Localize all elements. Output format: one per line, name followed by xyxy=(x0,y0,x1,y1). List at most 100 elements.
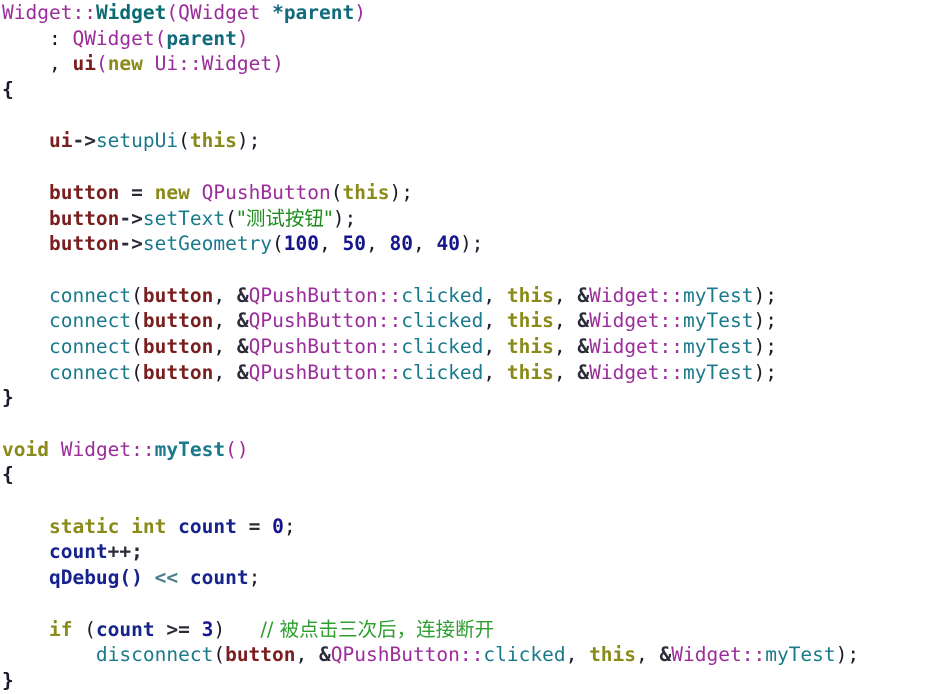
code-token-var: count xyxy=(48,540,108,564)
code-token-func: clicked xyxy=(401,334,484,358)
code-token-class: QPushButton xyxy=(201,180,331,204)
code-token-op: = xyxy=(119,180,155,204)
code-token-op: & xyxy=(236,334,249,358)
code-token-member: button xyxy=(48,180,120,204)
code-token-func: setupUi xyxy=(95,129,179,153)
code-token-op: & xyxy=(577,283,590,307)
code-token-punct: ( xyxy=(166,1,179,24)
code-token-func: clicked xyxy=(401,309,484,333)
code-token-punct: ) xyxy=(354,1,367,24)
code-token-plain: ; xyxy=(283,514,296,538)
code-line: Widget::Widget(QWidget *parent) xyxy=(0,0,946,26)
code-token-class: QPushButton xyxy=(248,334,378,358)
code-token-func: clicked xyxy=(401,283,484,307)
code-token-plain: ); xyxy=(753,360,777,384)
code-token-member: button xyxy=(142,334,214,358)
code-token-func: connect xyxy=(48,283,132,307)
code-token-plain: ( xyxy=(131,283,143,307)
code-token-param: parent xyxy=(166,26,237,50)
code-token-num: 100 xyxy=(283,232,320,256)
code-token-member: ui xyxy=(72,52,96,76)
code-token-plain: , xyxy=(366,232,390,256)
code-token-func: myTest xyxy=(683,283,754,307)
code-token-func: connect xyxy=(48,360,132,384)
code-line: { xyxy=(0,462,946,488)
code-token-plain: , xyxy=(213,334,237,358)
code-token-func: disconnect xyxy=(95,643,214,667)
code-token-plain: , xyxy=(553,360,578,384)
code-token-keyword: if xyxy=(48,617,73,641)
code-line: connect(button, &QPushButton::clicked, t… xyxy=(0,283,946,309)
code-token-plain: ( xyxy=(178,129,190,153)
code-token-type: Widget xyxy=(95,1,167,24)
code-token-op: & xyxy=(319,643,331,667)
code-token-keyword: this xyxy=(506,334,554,358)
code-token-punct: :: xyxy=(131,437,155,461)
code-token-plain: , xyxy=(636,643,660,667)
code-viewer[interactable]: Widget::Widget(QWidget *parent) : QWidge… xyxy=(0,0,946,692)
code-line: ui->setupUi(this); xyxy=(0,128,946,154)
code-token-op: = xyxy=(236,514,273,538)
code-token-plain: , xyxy=(2,52,73,76)
code-token-func: myTest xyxy=(683,309,754,333)
code-token-func: connect xyxy=(48,309,132,333)
code-token-punct: :: xyxy=(741,643,766,667)
code-token-punct: :: xyxy=(459,643,484,667)
code-token-op: >= xyxy=(154,617,202,641)
code-token-op: & xyxy=(659,643,672,667)
code-token-func: setGeometry xyxy=(142,232,273,256)
code-token-var: qDebug xyxy=(48,566,120,590)
code-token-keyword: static xyxy=(48,514,120,538)
code-token-var: count xyxy=(95,617,155,641)
code-token-plain: ); xyxy=(753,283,777,307)
code-token-brace: } xyxy=(2,386,14,410)
code-token-func: clicked xyxy=(401,360,484,384)
code-line: } xyxy=(0,668,946,694)
code-token-keyword: new xyxy=(107,52,143,76)
code-token-op: & xyxy=(236,283,249,307)
code-token-keyword: this xyxy=(506,309,554,333)
code-token-func: myTest xyxy=(683,360,754,384)
code-token-class: QWidget xyxy=(72,26,155,50)
code-token-member: button xyxy=(48,232,120,256)
code-token-plain: ( xyxy=(131,309,143,333)
code-token-class: QWidget xyxy=(178,1,261,24)
code-token-func: clicked xyxy=(483,643,566,667)
code-token-plain: , xyxy=(483,309,507,333)
code-token-punct: :: xyxy=(659,309,684,333)
code-token-plain: ); xyxy=(753,334,777,358)
code-line: disconnect(button, &QPushButton::clicked… xyxy=(0,642,946,668)
code-token-plain: , xyxy=(483,283,507,307)
code-token-var: count xyxy=(178,514,237,538)
code-line: static int count = 0; xyxy=(0,514,946,540)
code-token-op: -> xyxy=(119,206,143,230)
code-token-var: () xyxy=(119,566,155,590)
code-token-plain: ( xyxy=(225,206,237,230)
code-token-func: setText xyxy=(142,206,226,230)
code-token-class: QPushButton xyxy=(248,283,378,307)
code-token-brace: } xyxy=(2,668,14,692)
code-line: { xyxy=(0,77,946,103)
code-token-punct: ) xyxy=(272,52,284,76)
code-token-comment: // 被点击三次后，连接断开 xyxy=(260,617,495,641)
code-token-plain: ); xyxy=(389,180,413,204)
code-token-func: myTest xyxy=(765,643,836,667)
code-token-punct: :: xyxy=(659,360,684,384)
code-token-punct: :: xyxy=(178,52,202,76)
code-token-plain: : xyxy=(2,26,73,50)
code-token-plain: , xyxy=(213,360,237,384)
code-token-punct: :: xyxy=(377,309,402,333)
